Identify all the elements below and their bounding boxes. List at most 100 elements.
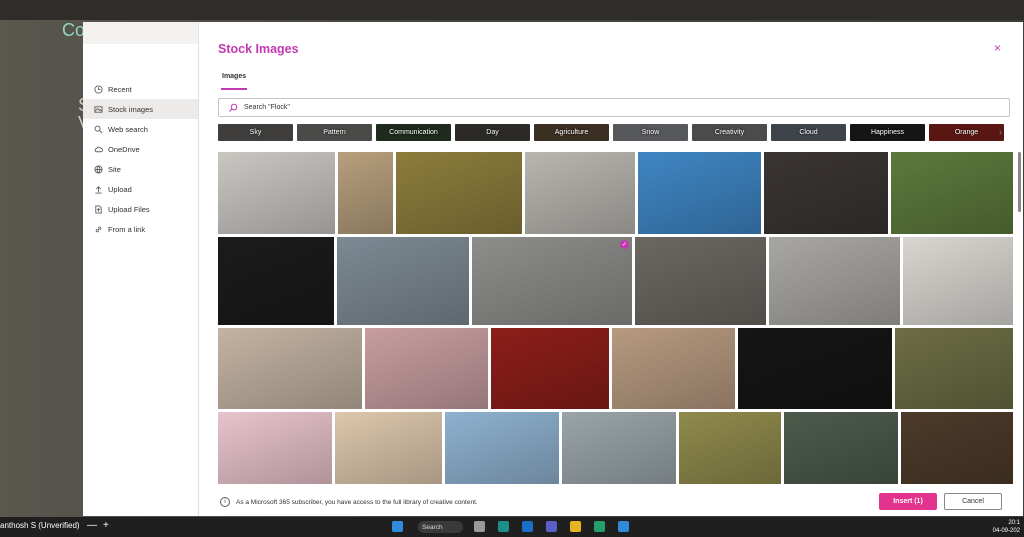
cloud-icon [93, 144, 103, 154]
teams-icon[interactable] [546, 521, 557, 532]
upload-files-icon [93, 204, 103, 214]
suit-hands-image[interactable] [764, 152, 888, 234]
taskbar-search-label: Search [422, 523, 443, 531]
search-icon [228, 103, 238, 113]
sidebar-item-label: OneDrive [108, 144, 140, 154]
user-label: anthosh S (Unverified) [0, 521, 80, 530]
cinema-seats-image[interactable] [491, 328, 609, 409]
edge-icon[interactable] [498, 521, 509, 532]
category-chip-creativity[interactable]: Creativity [692, 124, 767, 141]
sidebar-item-recent[interactable]: Recent [83, 79, 198, 99]
woman-boat-image[interactable] [562, 412, 676, 484]
category-chip-agriculture[interactable]: Agriculture [534, 124, 609, 141]
illustration-people-image[interactable] [335, 412, 442, 484]
memorial-guard-image[interactable] [525, 152, 635, 234]
taskbar: anthosh S (Unverified) — + Search 20:1 04… [0, 517, 1024, 537]
selected-check-icon: ✓ [620, 240, 629, 249]
info-icon: i [220, 497, 230, 507]
category-chips: Sky Pattern Communication Day Agriculture Sno… [218, 124, 1008, 141]
medical-team-image[interactable] [218, 152, 335, 234]
search-input[interactable]: Search "Flock" [218, 98, 1010, 117]
category-chip-day[interactable]: Day [455, 124, 530, 141]
autumn-lake-image[interactable] [396, 152, 522, 234]
dialog-title: Stock Images [218, 42, 299, 56]
search-icon [93, 124, 103, 134]
file-explorer-icon[interactable] [570, 521, 581, 532]
tab-underline [221, 88, 247, 90]
golden-gate-bridge-image[interactable] [445, 412, 559, 484]
minimize-button[interactable]: — [87, 520, 97, 531]
olive-branch-image[interactable] [895, 328, 1013, 409]
sidebar-item-stock-images[interactable]: Stock images [83, 99, 198, 119]
taskbar-search[interactable]: Search [418, 521, 463, 533]
category-chip-communication[interactable]: Communication [376, 124, 451, 141]
yoga-mat-image[interactable] [337, 237, 469, 325]
tab-images[interactable]: Images [222, 73, 246, 80]
sidebar-item-from-a-link[interactable]: From a link [83, 219, 198, 239]
sidebar-top-strip [83, 22, 198, 44]
clock: 20:1 04-09-202 [993, 519, 1020, 535]
link-icon [93, 224, 103, 234]
category-chip-pattern[interactable]: Pattern [297, 124, 372, 141]
clock-icon [93, 84, 103, 94]
sidebar-item-upload-files[interactable]: Upload Files [83, 199, 198, 219]
cosmetics-lipsticks-image[interactable] [903, 237, 1013, 325]
background-text: Co [62, 20, 86, 40]
sidebar: Recent Stock images Web search OneDrive Site… [83, 22, 199, 516]
pastry-bites-image[interactable] [901, 412, 1013, 484]
sidebar-item-web-search[interactable]: Web search [83, 119, 198, 139]
sidebar-item-onedrive[interactable]: OneDrive [83, 139, 198, 159]
sidebar-nav: Recent Stock images Web search OneDrive Site… [83, 79, 198, 239]
sidebar-item-label: Stock images [108, 104, 154, 114]
subscriber-note: i As a Microsoft 365 subscriber, you hav… [220, 497, 478, 507]
main-panel: Stock Images × Images Search "Flock" Sky… [199, 22, 1023, 516]
windows-start-icon[interactable] [392, 521, 403, 532]
chrome-icon[interactable] [594, 521, 605, 532]
chevron-right-icon[interactable]: › [999, 127, 1002, 137]
tiara-image[interactable] [738, 328, 892, 409]
tower-sunset-image[interactable] [365, 328, 488, 409]
hillside-town-image[interactable] [338, 152, 393, 234]
mother-child-image[interactable] [612, 328, 735, 409]
background-top-strip [0, 0, 1024, 20]
new-button[interactable]: + [103, 520, 109, 531]
city-bokeh-image[interactable] [784, 412, 898, 484]
sidebar-item-label: Upload Files [108, 204, 150, 214]
outlook-icon[interactable] [522, 521, 533, 532]
category-chip-happiness[interactable]: Happiness [850, 124, 925, 141]
sidebar-item-label: Upload [108, 184, 132, 194]
kitchen-cooking-image[interactable] [769, 237, 900, 325]
image-icon [93, 104, 103, 114]
image-grid: ✓ [218, 152, 1013, 484]
category-chip-sky[interactable]: Sky [218, 124, 293, 141]
clock-date: 04-09-202 [992, 528, 1020, 534]
insert-button[interactable]: Insert (1) [879, 493, 937, 510]
close-icon[interactable]: × [994, 41, 1001, 55]
businesswoman-street-image[interactable] [635, 237, 766, 325]
spiral-staircase-image[interactable]: ✓ [472, 237, 632, 325]
cat-heart-image[interactable] [679, 412, 781, 484]
subscriber-note-text: As a Microsoft 365 subscriber, you have … [236, 498, 478, 506]
sidebar-item-label: Recent [108, 84, 132, 94]
sleeping-woman-image[interactable] [218, 328, 362, 409]
globe-icon [93, 164, 103, 174]
sidebar-item-label: From a link [108, 224, 146, 234]
task-view-icon[interactable] [474, 521, 485, 532]
clock-time: 20:1 [1008, 520, 1020, 526]
sidebar-item-site[interactable]: Site [83, 159, 198, 179]
frangipani-flower-image[interactable] [891, 152, 1013, 234]
sidebar-item-upload[interactable]: Upload [83, 179, 198, 199]
grid-scrollbar[interactable] [1018, 152, 1021, 212]
stock-images-dialog: Recent Stock images Web search OneDrive Site… [83, 22, 1023, 516]
skyscraper-image[interactable] [638, 152, 761, 234]
category-chip-orange[interactable]: Orange [929, 124, 1004, 141]
cancel-button[interactable]: Cancel [944, 493, 1002, 510]
category-chip-snow[interactable]: Snow [613, 124, 688, 141]
sidebar-item-label: Site [108, 164, 121, 174]
pink-sprinkles-image[interactable] [218, 412, 332, 484]
ballet-dancers-image[interactable] [218, 237, 334, 325]
vscode-icon[interactable] [618, 521, 629, 532]
upload-icon [93, 184, 103, 194]
sidebar-item-label: Web search [108, 124, 148, 134]
category-chip-cloud[interactable]: Cloud [771, 124, 846, 141]
